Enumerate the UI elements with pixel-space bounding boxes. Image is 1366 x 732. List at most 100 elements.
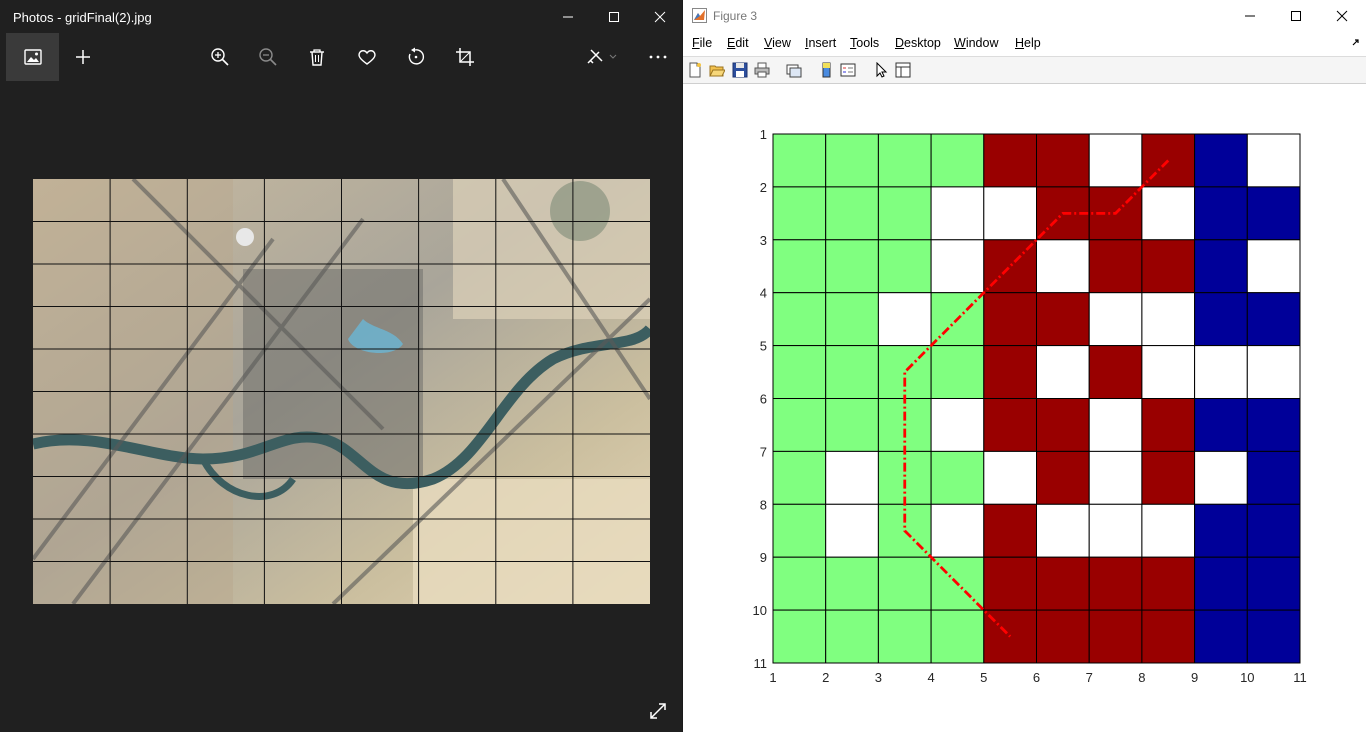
grid-cell: [825, 133, 879, 188]
grid-cell: [877, 609, 932, 664]
expand-button[interactable]: [644, 697, 672, 725]
y-tick-label: 9: [760, 550, 767, 565]
grid-cell: [825, 292, 879, 347]
grid-cell: [930, 609, 985, 664]
grid-cell: [1141, 609, 1196, 664]
menu-view-accel: V: [764, 36, 773, 50]
maximize-icon: [609, 11, 619, 22]
y-tick-label: 11: [754, 656, 768, 671]
y-tick-label: 6: [760, 392, 767, 407]
colorbar-button[interactable]: [817, 61, 835, 79]
grid-cell: [1141, 398, 1196, 452]
delete-button[interactable]: [293, 33, 341, 81]
figure-titlebar: Figure 3: [683, 0, 1366, 31]
grid-cell: [983, 450, 1037, 505]
rotate-button[interactable]: [392, 33, 440, 81]
open-icon: [709, 65, 725, 77]
menu-tools[interactable]: Tools: [850, 36, 879, 50]
x-tick-label: 1: [769, 670, 776, 685]
close-button[interactable]: [637, 0, 683, 33]
edit-create-icon: [587, 49, 617, 64]
menubar-dock-icon[interactable]: [1352, 39, 1360, 47]
grid-cell: [772, 609, 827, 664]
figure-minimize-button[interactable]: [1227, 0, 1273, 31]
zoom-out-button[interactable]: [244, 33, 292, 81]
grid-cell: [1088, 450, 1143, 505]
grid-cell: [1141, 503, 1196, 558]
zoom-in-button[interactable]: [196, 33, 244, 81]
edit-create-button[interactable]: [574, 33, 630, 81]
favorite-button[interactable]: [343, 33, 391, 81]
zoom-in-icon: [211, 48, 229, 66]
trash-icon: [310, 49, 324, 66]
add-button[interactable]: [59, 33, 107, 81]
grid-cell: [825, 398, 879, 452]
heart-icon: [358, 50, 376, 65]
grid-cell: [1036, 450, 1090, 505]
grid-cell: [1088, 345, 1143, 400]
property-editor-button[interactable]: [894, 61, 912, 79]
x-tick-label: 10: [1240, 670, 1254, 685]
menu-tools-label: ools: [856, 36, 880, 50]
grid-plot[interactable]: 1 2 3 4 5 6 7 8 9 10 111234567891011: [683, 84, 1366, 732]
minimize-button[interactable]: [545, 0, 591, 33]
grid-cell: [930, 503, 985, 558]
legend-button[interactable]: [839, 61, 857, 79]
menu-file[interactable]: File: [692, 36, 712, 50]
gallery-button[interactable]: [6, 33, 59, 81]
crop-button[interactable]: [441, 33, 489, 81]
grid-cell: [1246, 398, 1301, 452]
more-button[interactable]: [634, 33, 682, 81]
image-icon: [23, 49, 42, 65]
grid-cell: [772, 292, 827, 347]
grid-cell: [983, 398, 1037, 452]
pointer-icon: [876, 62, 888, 78]
x-tick-label: 3: [875, 670, 882, 685]
x-tick-label: 8: [1138, 670, 1145, 685]
grid-cell: [1036, 398, 1090, 452]
maximize-button[interactable]: [591, 0, 637, 33]
grid-cell: [877, 556, 932, 611]
link-button[interactable]: [785, 61, 803, 79]
menu-window-label: indow: [965, 36, 999, 50]
figure-close-button[interactable]: [1319, 0, 1365, 31]
figure-menubar: File Edit View Insert Tools Desktop Wind…: [683, 33, 1366, 55]
grid-cell: [1141, 556, 1196, 611]
grid-cell: [1246, 609, 1301, 664]
save-button[interactable]: [731, 61, 749, 79]
link-icon: [786, 64, 802, 78]
grid-cell: [825, 345, 879, 400]
colorbar-icon: [822, 62, 831, 78]
menu-file-label: ile: [699, 36, 713, 50]
matlab-icon: [692, 8, 707, 23]
menu-help-accel: H: [1015, 36, 1025, 50]
menu-insert-label: nsert: [808, 36, 837, 50]
grid-cell: [1194, 503, 1248, 558]
grid-cell: [1141, 292, 1196, 347]
y-tick-label: 10: [753, 603, 767, 618]
y-tick-label: 5: [760, 339, 767, 354]
grid-cell: [1141, 239, 1196, 294]
photos-window: Photos - gridFinal(2).jpg: [0, 0, 683, 732]
grid-cell: [1036, 239, 1090, 294]
menu-window[interactable]: Window: [954, 36, 998, 50]
grid-cell: [1246, 292, 1301, 347]
grid-cell: [930, 239, 985, 294]
grid-cell: [772, 450, 827, 505]
grid-cell: [1036, 556, 1090, 611]
menu-insert[interactable]: Insert: [805, 36, 836, 50]
grid-cell: [1141, 186, 1196, 241]
pointer-button[interactable]: [872, 61, 890, 79]
figure-maximize-button[interactable]: [1273, 0, 1319, 31]
grid-cell: [772, 398, 827, 452]
menu-desktop[interactable]: Desktop: [895, 36, 941, 50]
menu-edit[interactable]: Edit: [727, 36, 749, 50]
grid-cell: [772, 556, 827, 611]
grid-cell: [983, 292, 1037, 347]
print-button[interactable]: [753, 61, 771, 79]
menu-view[interactable]: View: [764, 36, 791, 50]
grid-cell: [1194, 609, 1248, 664]
open-button[interactable]: [708, 61, 726, 79]
new-figure-button[interactable]: [686, 61, 704, 79]
menu-help[interactable]: Help: [1015, 36, 1041, 50]
